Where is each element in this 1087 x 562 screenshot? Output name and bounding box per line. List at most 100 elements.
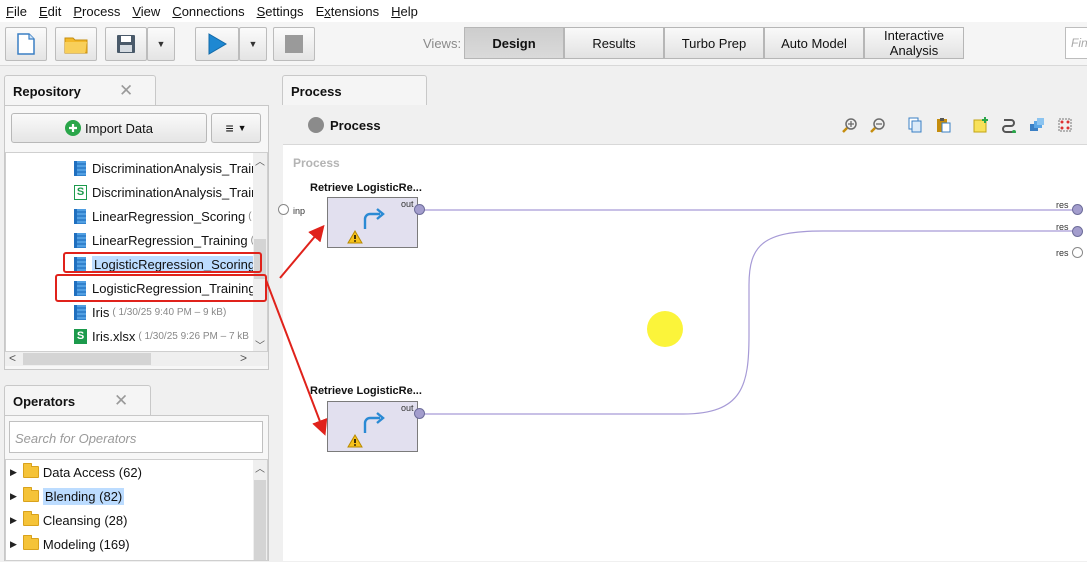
- run-options-dropdown[interactable]: ▼: [239, 27, 267, 61]
- operator-group-label: Modeling (169): [42, 536, 130, 552]
- list-item[interactable]: ▶ Cleansing (28): [10, 510, 127, 530]
- view-tab-results[interactable]: Results: [564, 27, 664, 59]
- save-options-dropdown[interactable]: ▼: [147, 27, 175, 61]
- menu-connections[interactable]: Connections: [172, 4, 244, 19]
- spreadsheet-icon: S: [74, 328, 87, 344]
- list-item[interactable]: ▶ Modeling (169): [10, 534, 130, 554]
- tab-operators[interactable]: Operators ✕: [4, 385, 151, 415]
- folder-icon: [22, 487, 39, 502]
- operator-title[interactable]: Retrieve LogisticRe...: [310, 385, 422, 397]
- tab-repository[interactable]: Repository ✕: [4, 75, 156, 105]
- run-process-button[interactable]: [195, 27, 239, 61]
- retrieve-operator[interactable]: out: [327, 401, 418, 452]
- hamburger-icon: ≡: [225, 120, 234, 136]
- repository-tab-label: Repository: [13, 84, 81, 99]
- result-port[interactable]: [1072, 247, 1083, 258]
- script-icon: S: [74, 184, 87, 200]
- process-input-port[interactable]: [278, 204, 289, 215]
- new-document-icon: [17, 33, 35, 55]
- list-item[interactable]: ▶ Data Access (62): [10, 462, 142, 482]
- expand-arrow-icon[interactable]: ▶: [10, 467, 17, 478]
- auto-wire-icon[interactable]: [1001, 117, 1017, 133]
- menu-process[interactable]: Process: [73, 4, 120, 19]
- expand-arrow-icon[interactable]: ▶: [10, 491, 17, 502]
- scroll-down-icon[interactable]: ﹀: [255, 337, 265, 351]
- add-note-icon[interactable]: [973, 117, 989, 133]
- retrieve-operator[interactable]: out: [327, 197, 418, 248]
- plus-circle-icon: [65, 120, 82, 136]
- port-label: res: [1056, 222, 1069, 232]
- connection-line: [418, 230, 1076, 415]
- stop-process-button[interactable]: [273, 27, 315, 61]
- list-item[interactable]: S Iris.xlsx ( 1/30/25 9:26 PM – 7 kB: [74, 326, 249, 346]
- list-item[interactable]: DiscriminationAnalysis_Train: [74, 158, 258, 178]
- view-tab-auto-model[interactable]: Auto Model: [764, 27, 864, 59]
- result-port[interactable]: [1072, 204, 1083, 215]
- save-process-button[interactable]: [105, 27, 147, 61]
- copy-icon[interactable]: [907, 117, 923, 133]
- repo-item-label: LinearRegression_Training: [92, 232, 248, 248]
- scrollbar-thumb[interactable]: [23, 353, 151, 365]
- menu-file[interactable]: File: [6, 4, 27, 19]
- warning-icon: [347, 230, 363, 244]
- scroll-up-icon[interactable]: ︿: [255, 153, 265, 168]
- list-item[interactable]: S DiscriminationAnalysis_Train: [74, 182, 258, 202]
- close-icon[interactable]: ✕: [114, 391, 128, 411]
- repo-item-label: Iris: [92, 304, 110, 320]
- list-item[interactable]: LinearRegression_Scoring ( 1: [74, 206, 260, 226]
- scrollbar-thumb[interactable]: [254, 480, 266, 560]
- expand-arrow-icon[interactable]: ▶: [10, 539, 17, 550]
- output-port[interactable]: [414, 204, 425, 215]
- port-label: inp: [293, 206, 306, 216]
- operator-search-input[interactable]: Search for Operators: [9, 421, 263, 453]
- fit-to-view-icon[interactable]: [1057, 117, 1073, 133]
- import-data-button[interactable]: Import Data: [11, 113, 207, 143]
- output-port[interactable]: [414, 408, 425, 419]
- operator-title[interactable]: Retrieve LogisticRe...: [310, 182, 422, 194]
- menu-edit[interactable]: Edit: [39, 4, 61, 19]
- stop-icon: [285, 35, 303, 53]
- operator-tree: ▶ Data Access (62) ▶ Blending (82) ▶ Cle…: [5, 459, 268, 561]
- process-root-icon: [308, 117, 324, 133]
- tab-process[interactable]: Process: [282, 75, 427, 105]
- new-process-button[interactable]: [5, 27, 47, 61]
- menu-view[interactable]: View: [132, 4, 160, 19]
- process-canvas[interactable]: Process inp Retrieve LogisticRe... out R…: [278, 144, 1087, 561]
- port-label: out: [401, 403, 414, 413]
- port-label: res: [1056, 248, 1069, 258]
- list-item[interactable]: LinearRegression_Training (: [74, 230, 254, 250]
- menu-extensions[interactable]: Extensions: [316, 4, 380, 19]
- chevron-down-icon: ▼: [248, 39, 258, 49]
- scroll-up-icon[interactable]: ︿: [255, 460, 265, 475]
- repo-item-label: LinearRegression_Scoring: [92, 208, 246, 224]
- list-item-selected[interactable]: ▶ Blending (82): [10, 486, 125, 506]
- scroll-right-icon[interactable]: >: [240, 351, 247, 365]
- operator-group-label: Cleansing (28): [42, 512, 128, 528]
- open-process-button[interactable]: [55, 27, 97, 61]
- repo-item-label: Iris.xlsx: [92, 328, 136, 344]
- view-tab-design[interactable]: Design: [464, 27, 564, 59]
- menu-help[interactable]: Help: [391, 4, 418, 19]
- operators-vertical-scrollbar[interactable]: ︿: [253, 460, 267, 560]
- menu-settings[interactable]: Settings: [257, 4, 304, 19]
- folder-icon: [22, 535, 39, 550]
- operators-tab-label: Operators: [13, 394, 76, 409]
- list-item[interactable]: Iris ( 1/30/25 9:40 PM – 9 kB): [74, 302, 226, 322]
- repo-item-meta: ( 1/30/25 9:26 PM – 7 kB: [138, 330, 249, 342]
- repository-horizontal-scrollbar[interactable]: < >: [5, 351, 268, 366]
- zoom-out-icon[interactable]: [870, 117, 886, 133]
- port-label: res: [1056, 200, 1069, 210]
- repository-menu-button[interactable]: ≡ ▼: [211, 113, 261, 143]
- process-tab-label: Process: [291, 84, 342, 99]
- result-port[interactable]: [1072, 226, 1083, 237]
- view-tab-interactive-analysis[interactable]: Interactive Analysis: [864, 27, 964, 59]
- view-tab-turbo-prep[interactable]: Turbo Prep: [664, 27, 764, 59]
- global-search-input[interactable]: Fin: [1065, 27, 1087, 59]
- close-icon[interactable]: ✕: [119, 81, 133, 101]
- import-data-label: Import Data: [85, 120, 153, 136]
- expand-arrow-icon[interactable]: ▶: [10, 515, 17, 526]
- arrange-operators-icon[interactable]: [1029, 117, 1045, 133]
- scroll-left-icon[interactable]: <: [9, 351, 16, 365]
- zoom-in-icon[interactable]: [842, 117, 858, 133]
- paste-icon[interactable]: [935, 117, 951, 133]
